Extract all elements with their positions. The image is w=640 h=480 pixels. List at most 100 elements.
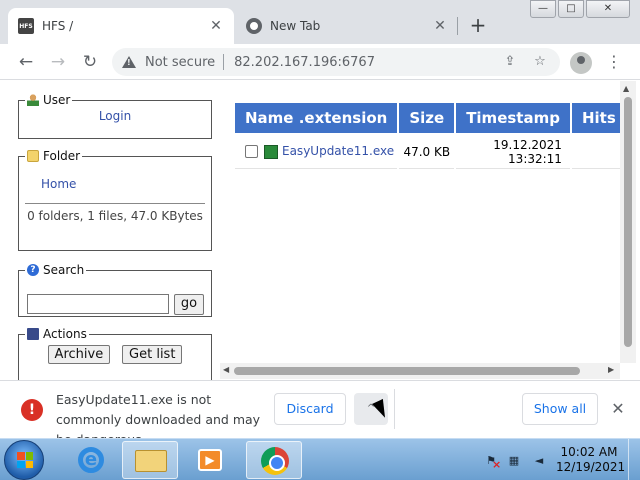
table-row: EasyUpdate11.exe 47.0 KB 19.12.2021 13:3… xyxy=(235,135,620,169)
search-legend: ? Search xyxy=(25,263,86,277)
danger-warning-icon: ! xyxy=(21,399,43,421)
login-link[interactable]: Login xyxy=(99,109,131,123)
taskbar-file-explorer[interactable] xyxy=(122,441,178,479)
hfs-icon: HFS xyxy=(18,18,34,34)
column-header-size[interactable]: Size xyxy=(399,103,455,133)
clock-date: 12/19/2021 xyxy=(556,460,626,474)
tab-title: HFS / xyxy=(42,19,74,33)
get-list-button[interactable]: Get list xyxy=(122,345,183,364)
network-icon[interactable]: ▦ xyxy=(507,454,521,468)
new-tab-button[interactable]: + xyxy=(466,14,490,38)
tab-separator xyxy=(457,17,458,35)
tab-new-tab[interactable]: New Tab ✕ xyxy=(236,8,458,44)
volume-icon[interactable]: ◄ xyxy=(532,454,546,468)
help-icon: ? xyxy=(27,264,39,276)
folder-divider xyxy=(25,203,205,204)
media-player-icon: ▶ xyxy=(198,449,222,471)
file-link[interactable]: EasyUpdate11.exe xyxy=(282,144,394,158)
internet-explorer-icon: e xyxy=(78,447,104,473)
warning-triangle-icon[interactable] xyxy=(122,56,136,68)
folder-panel: Folder Home 0 folders, 1 files, 47.0 KBy… xyxy=(18,149,212,251)
go-button[interactable]: go xyxy=(174,294,204,315)
table-header-row: Name .extension Size Timestamp Hits xyxy=(235,103,620,133)
file-checkbox[interactable] xyxy=(245,145,258,159)
user-legend-label: User xyxy=(43,93,71,107)
chrome-icon xyxy=(246,18,262,34)
clock-time: 10:02 AM xyxy=(560,445,618,459)
search-input[interactable] xyxy=(27,294,169,314)
windows-taskbar: e ▶ ⚑ ▦ ◄ 10:02 AM 12/19/2021 xyxy=(0,438,640,480)
window-controls: — □ ✕ xyxy=(528,0,630,18)
url-text[interactable]: 82.202.167.196:6767 xyxy=(234,55,500,70)
archive-button[interactable]: Archive xyxy=(47,345,111,364)
scroll-up-arrow-icon[interactable]: ▲ xyxy=(623,84,629,93)
tab-title: New Tab xyxy=(270,19,321,33)
download-bar-close-icon[interactable]: ✕ xyxy=(608,399,628,419)
minimize-button[interactable]: — xyxy=(530,0,556,18)
vertical-scroll-thumb[interactable] xyxy=(624,97,632,347)
reload-button[interactable]: ↻ xyxy=(78,50,102,74)
vertical-scrollbar[interactable]: ▲ xyxy=(620,81,636,363)
page-content: User Login Folder Home 0 folders, 1 file… xyxy=(0,81,640,380)
security-label[interactable]: Not secure xyxy=(145,55,215,70)
folder-summary: 0 folders, 1 files, 47.0 KBytes xyxy=(27,209,203,223)
folder-icon xyxy=(135,450,167,472)
window-close-button[interactable]: ✕ xyxy=(586,0,630,18)
omnibox-separator xyxy=(223,54,225,70)
save-disk-icon xyxy=(27,328,39,340)
file-table-container: Name .extension Size Timestamp Hits Easy… xyxy=(235,101,620,371)
exe-file-icon xyxy=(264,144,278,159)
taskbar-chrome[interactable] xyxy=(246,441,302,479)
file-size-cell: 47.0 KB xyxy=(399,135,455,169)
bookmark-star-icon[interactable]: ☆ xyxy=(530,52,550,72)
tab-strip: HFS HFS / ✕ New Tab ✕ + — □ ✕ xyxy=(0,0,640,44)
file-hits-cell xyxy=(571,135,620,169)
tab-close-icon[interactable]: ✕ xyxy=(432,18,448,34)
download-bar-separator xyxy=(394,389,395,429)
folder-legend-label: Folder xyxy=(43,149,81,163)
windows-logo-icon xyxy=(17,452,33,468)
actions-legend-label: Actions xyxy=(43,327,87,341)
search-panel: ? Search go xyxy=(18,263,212,317)
scroll-left-arrow-icon[interactable]: ◀ xyxy=(223,365,229,374)
column-header-timestamp[interactable]: Timestamp xyxy=(456,103,570,133)
show-all-button[interactable]: Show all xyxy=(522,393,598,425)
tab-hfs[interactable]: HFS HFS / ✕ xyxy=(8,8,234,44)
share-icon[interactable]: ⇪ xyxy=(500,52,520,72)
discard-button[interactable]: Discard xyxy=(274,393,346,425)
scroll-right-arrow-icon[interactable]: ▶ xyxy=(608,365,614,374)
actions-panel: Actions Archive Get list xyxy=(18,327,212,380)
profile-avatar-icon[interactable] xyxy=(570,52,592,74)
back-button[interactable]: ← xyxy=(14,50,38,74)
horizontal-scroll-thumb[interactable] xyxy=(234,367,580,375)
address-bar[interactable]: Not secure 82.202.167.196:6767 ⇪ ☆ xyxy=(112,48,560,76)
maximize-button[interactable]: □ xyxy=(558,0,584,18)
forward-button[interactable]: → xyxy=(46,50,70,74)
browser-toolbar: ← → ↻ Not secure 82.202.167.196:6767 ⇪ ☆… xyxy=(0,44,640,80)
taskbar-media-player[interactable]: ▶ xyxy=(182,441,238,479)
column-header-hits[interactable]: Hits xyxy=(571,103,620,133)
taskbar-internet-explorer[interactable]: e xyxy=(64,441,120,479)
file-date: 19.12.2021 xyxy=(493,137,562,152)
folder-icon xyxy=(27,150,39,162)
user-panel: User Login xyxy=(18,93,212,139)
file-table: Name .extension Size Timestamp Hits Easy… xyxy=(235,101,620,171)
system-clock[interactable]: 10:02 AM 12/19/2021 xyxy=(556,445,626,475)
chrome-icon xyxy=(261,447,289,475)
file-timestamp-cell: 19.12.2021 13:32:11 xyxy=(456,135,570,169)
search-legend-label: Search xyxy=(43,263,85,277)
home-link[interactable]: Home xyxy=(41,177,76,191)
file-name-cell: EasyUpdate11.exe xyxy=(235,135,398,169)
horizontal-scrollbar[interactable]: ◀ ▶ xyxy=(220,363,620,379)
download-bar: ! EasyUpdate11.exe is not commonly downl… xyxy=(0,380,640,447)
file-time: 13:32:11 xyxy=(508,151,562,166)
folder-legend: Folder xyxy=(25,149,82,163)
tab-close-icon[interactable]: ✕ xyxy=(208,18,224,34)
start-button[interactable] xyxy=(4,440,44,480)
action-center-flag-icon[interactable]: ⚑ xyxy=(484,454,501,472)
column-header-name[interactable]: Name .extension xyxy=(235,103,398,133)
show-desktop-button[interactable] xyxy=(628,439,640,480)
browser-menu-button[interactable]: ⋮ xyxy=(606,51,622,73)
user-legend: User xyxy=(25,93,72,107)
actions-legend: Actions xyxy=(25,327,89,341)
